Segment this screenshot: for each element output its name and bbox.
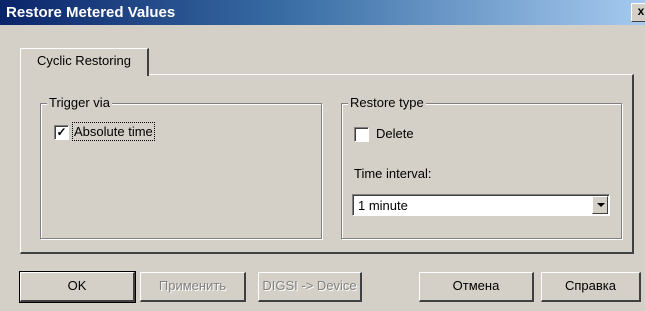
digsi-device-label: DIGSI -> Device (262, 278, 357, 293)
ok-button[interactable]: OK (19, 271, 136, 303)
ok-label: OK (67, 278, 87, 293)
chevron-down-icon[interactable] (592, 196, 608, 214)
apply-button[interactable]: Применить (140, 272, 246, 302)
tab-label: Cyclic Restoring (37, 53, 131, 68)
absolute-time-checkbox[interactable]: ✓ (54, 125, 69, 140)
help-button[interactable]: Справка (541, 272, 641, 302)
delete-label[interactable]: Delete (376, 126, 414, 141)
time-interval-select[interactable]: 1 minute (352, 194, 610, 216)
close-button[interactable]: x (631, 3, 645, 22)
cancel-label: Отмена (452, 278, 500, 293)
digsi-device-button[interactable]: DIGSI -> Device (258, 272, 362, 302)
window-title: Restore Metered Values (6, 4, 176, 21)
close-icon: x (637, 4, 645, 18)
time-interval-label: Time interval: (354, 166, 432, 181)
tab-cyclic-restoring[interactable]: Cyclic Restoring (20, 48, 149, 76)
trigger-via-legend: Trigger via (47, 95, 112, 110)
time-interval-value: 1 minute (358, 198, 408, 213)
title-bar: Restore Metered Values x (0, 0, 645, 25)
delete-checkbox[interactable] (354, 127, 369, 142)
apply-label: Применить (158, 278, 227, 293)
help-label: Справка (565, 278, 616, 293)
restore-type-legend: Restore type (348, 95, 426, 110)
cancel-button[interactable]: Отмена (419, 272, 534, 302)
absolute-time-label[interactable]: Absolute time (72, 122, 155, 141)
